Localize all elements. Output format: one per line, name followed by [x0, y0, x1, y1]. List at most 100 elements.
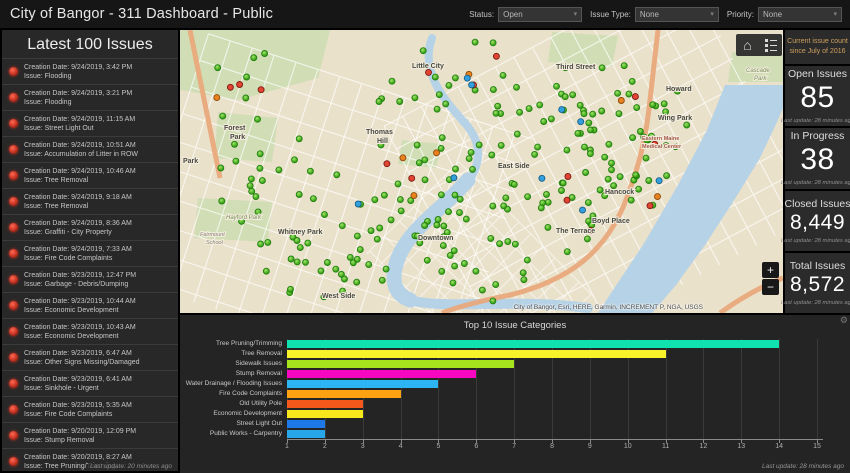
map-marker-green[interactable] [243, 73, 251, 81]
map-marker-orange[interactable] [433, 149, 440, 157]
map-marker-green[interactable] [242, 94, 250, 102]
map-marker-green[interactable] [683, 121, 691, 129]
map-marker-green[interactable] [437, 191, 445, 199]
issue-type-select[interactable]: None ▾ [634, 6, 719, 22]
map-marker-green[interactable] [394, 180, 402, 188]
map-marker-green[interactable] [488, 151, 496, 159]
map-marker-green[interactable] [332, 265, 340, 273]
map-marker-green[interactable] [524, 193, 532, 201]
map-marker-green[interactable] [580, 110, 588, 118]
map-marker-green[interactable] [616, 173, 624, 181]
map-marker-green[interactable] [367, 227, 375, 235]
list-item[interactable]: Creation Date: 9/23/2019, 6:47 AM Issue: … [2, 344, 178, 370]
map-marker-green[interactable] [645, 177, 653, 184]
map-marker-green[interactable] [467, 148, 475, 156]
map-marker-green[interactable] [396, 196, 404, 204]
map-marker-green[interactable] [547, 115, 555, 123]
map-marker-green[interactable] [219, 112, 227, 120]
map-marker-red[interactable] [646, 202, 654, 210]
map-marker-orange[interactable] [654, 193, 661, 201]
map-marker-green[interactable] [231, 140, 238, 148]
map-marker-blue[interactable] [558, 106, 566, 114]
map-marker-red[interactable] [631, 93, 639, 101]
map-marker-green[interactable] [605, 140, 613, 148]
chart-bar[interactable] [287, 400, 363, 408]
map-marker-green[interactable] [452, 165, 459, 173]
map-marker-green[interactable] [543, 190, 550, 198]
map-marker-green[interactable] [296, 244, 304, 252]
map-marker-green[interactable] [598, 64, 606, 72]
map-marker-green[interactable] [264, 238, 272, 246]
list-item[interactable]: Creation Date: 9/24/2019, 10:51 AM Issue:… [2, 136, 178, 162]
map-marker-green[interactable] [248, 187, 256, 195]
map-marker-green[interactable] [601, 153, 609, 161]
map-marker-green[interactable] [438, 267, 446, 275]
chart-bar[interactable] [287, 370, 477, 378]
map-marker-orange[interactable] [399, 154, 407, 162]
map-marker-green[interactable] [232, 157, 240, 165]
map-marker-green[interactable] [608, 166, 615, 174]
map-marker-green[interactable] [598, 107, 606, 115]
map-marker-green[interactable] [462, 215, 470, 223]
map-marker-red[interactable] [563, 196, 571, 204]
map-marker-green[interactable] [433, 221, 441, 229]
map-marker-green[interactable] [388, 77, 396, 85]
map-marker-green[interactable] [353, 232, 361, 240]
map-marker-green[interactable] [496, 240, 504, 248]
map-marker-green[interactable] [247, 175, 255, 183]
map-marker-red[interactable] [383, 160, 391, 168]
map-marker-green[interactable] [489, 39, 497, 47]
map-marker-green[interactable] [563, 248, 571, 256]
map-marker-red[interactable] [226, 83, 234, 91]
map-marker-green[interactable] [544, 223, 552, 231]
map-marker-green[interactable] [487, 234, 495, 242]
map-marker-green[interactable] [214, 64, 222, 72]
map-marker-green[interactable] [563, 146, 571, 154]
map-marker-green[interactable] [445, 81, 453, 89]
map-marker-green[interactable] [513, 130, 521, 138]
map-marker-green[interactable] [338, 222, 346, 230]
map-marker-blue[interactable] [577, 118, 585, 126]
map-marker-green[interactable] [353, 278, 361, 286]
zoom-in-button[interactable]: + [762, 262, 779, 278]
map-marker-blue[interactable] [538, 174, 546, 182]
map-marker-green[interactable] [536, 101, 544, 109]
map-legend-button[interactable] [761, 35, 781, 55]
list-item[interactable]: Creation Date: 9/24/2019, 7:33 AM Issue: … [2, 240, 178, 266]
map-marker-green[interactable] [275, 166, 283, 174]
map-marker-green[interactable] [497, 141, 505, 149]
map-marker-green[interactable] [615, 110, 623, 118]
map-marker-green[interactable] [469, 165, 476, 173]
chart-bar[interactable] [287, 350, 666, 358]
map-marker-green[interactable] [636, 128, 644, 135]
map-marker-green[interactable] [519, 269, 527, 277]
map-marker-green[interactable] [494, 102, 502, 110]
map-marker-green[interactable] [489, 202, 497, 210]
list-item[interactable]: Creation Date: 9/24/2019, 8:36 AM Issue: … [2, 214, 178, 240]
map-marker-green[interactable] [510, 180, 518, 188]
list-item[interactable]: Creation Date: 9/24/2019, 3:21 PM Issue: … [2, 84, 178, 110]
map-marker-green[interactable] [378, 276, 386, 284]
map-home-button[interactable]: ⌂ [738, 35, 758, 55]
map-marker-green[interactable] [629, 134, 637, 142]
chart-bar[interactable] [287, 380, 439, 388]
map-marker-green[interactable] [531, 150, 539, 158]
map-marker-green[interactable] [585, 119, 593, 127]
map-marker-green[interactable] [445, 208, 452, 216]
map-marker-green[interactable] [256, 150, 264, 158]
map-marker-green[interactable] [218, 197, 226, 205]
map-marker-green[interactable] [356, 246, 364, 254]
map-marker-green[interactable] [415, 159, 423, 167]
chart-bar[interactable] [287, 430, 325, 438]
map-marker-green[interactable] [627, 196, 635, 204]
map-marker-red[interactable] [236, 81, 244, 88]
settings-gear-icon[interactable]: ⚙ [840, 315, 848, 326]
map-marker-green[interactable] [520, 276, 528, 284]
map-marker-green[interactable] [317, 267, 325, 275]
map-marker-blue[interactable] [468, 81, 476, 89]
map-marker-green[interactable] [451, 74, 459, 82]
list-item[interactable]: Creation Date: 9/24/2019, 9:18 AM Issue: … [2, 188, 178, 214]
map-marker-green[interactable] [596, 186, 604, 194]
map-marker-green[interactable] [291, 156, 298, 164]
map-marker-green[interactable] [544, 198, 552, 206]
